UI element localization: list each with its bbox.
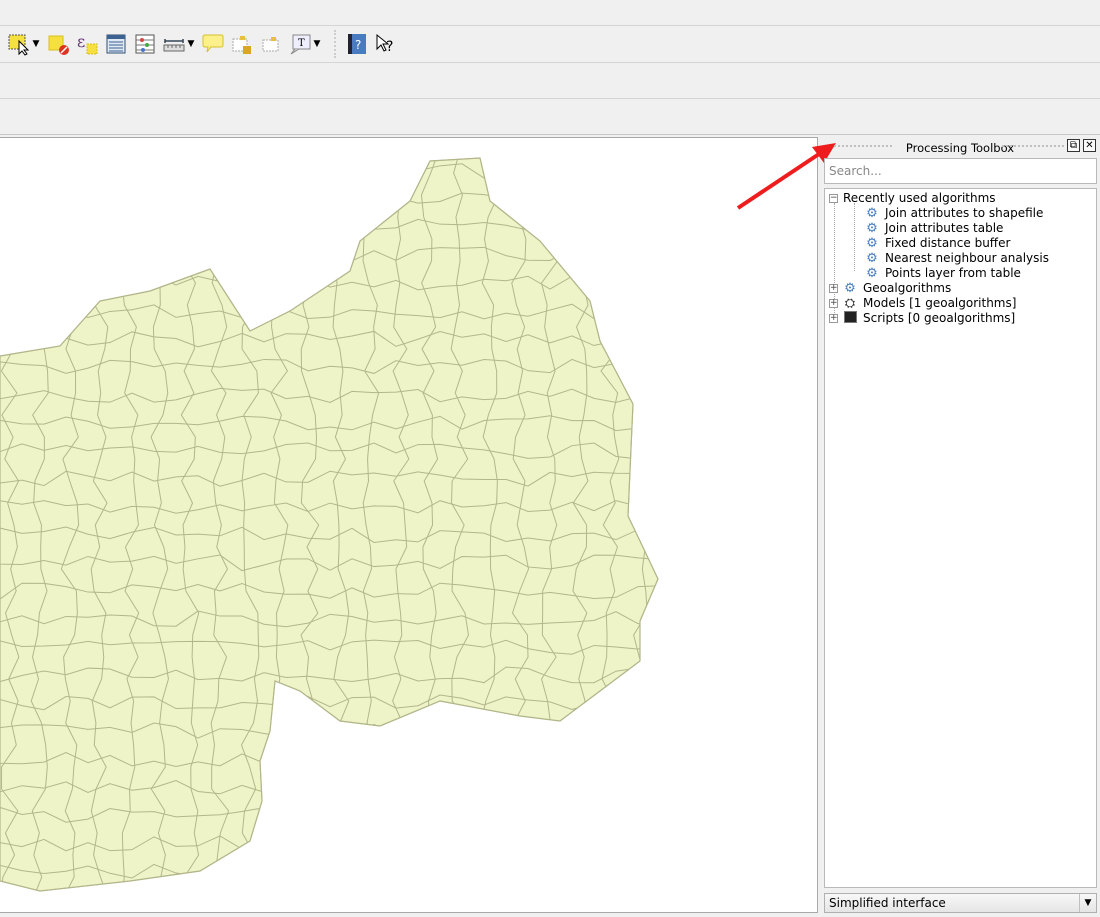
gear-icon: ⚙ (844, 281, 856, 296)
toolbar-row-2 (0, 63, 1100, 99)
float-panel-icon[interactable]: ⧉ (1067, 139, 1080, 152)
districts-polygon-layer (0, 157, 659, 892)
tree-item-algorithm[interactable]: ⚙ Nearest neighbour analysis (865, 251, 1049, 266)
tree-item-label: Nearest neighbour analysis (885, 251, 1049, 265)
tree-item-recent[interactable]: − Recently used algorithms (829, 191, 996, 206)
gear-icon: ⚙ (866, 206, 878, 221)
district-boundary (0, 218, 658, 235)
deselect-features-icon[interactable] (45, 31, 71, 57)
gear-icon: ⚙ (866, 221, 878, 236)
new-bookmark-icon[interactable] (229, 31, 255, 57)
district-boundary (661, 151, 678, 899)
models-icon: ⛭ (844, 296, 856, 311)
chevron-down-icon[interactable]: ▼ (186, 31, 196, 57)
algorithm-tree[interactable]: − Recently used algorithms ⚙ Join attribu… (824, 188, 1097, 888)
interface-mode-select[interactable]: Simplified interface ▼ (824, 893, 1097, 913)
toolbar: ▼ ε ▼ T ▼ ? ? (0, 26, 1100, 63)
tree-item-models[interactable]: + ⛭ Models [1 geoalgorithms] (829, 296, 1016, 311)
tree-item-label: Scripts [0 geoalgorithms] (863, 311, 1016, 325)
processing-toolbox-panel: Processing Toolbox ⧉ ✕ − Recently used a… (820, 137, 1100, 916)
scripts-icon (843, 310, 857, 327)
gear-icon: ⚙ (866, 266, 878, 281)
title-area (0, 0, 1100, 26)
chevron-down-icon[interactable]: ▼ (1079, 894, 1096, 912)
gear-icon: ⚙ (866, 236, 878, 251)
collapse-icon[interactable]: − (829, 194, 838, 203)
district-boundary (630, 158, 649, 891)
whats-this-icon[interactable]: ? (373, 31, 399, 57)
chevron-down-icon[interactable]: ▼ (312, 31, 322, 57)
tree-item-geoalgorithms[interactable]: + ⚙ Geoalgorithms (829, 281, 951, 296)
tree-item-label: Recently used algorithms (843, 191, 996, 205)
map-canvas[interactable] (0, 137, 818, 913)
tree-item-label: Geoalgorithms (863, 281, 952, 295)
expand-icon[interactable]: + (829, 284, 838, 293)
tree-item-algorithm[interactable]: ⚙ Points layer from table (865, 266, 1021, 281)
tree-item-label: Models [1 geoalgorithms] (863, 296, 1017, 310)
show-bookmarks-icon[interactable] (258, 31, 284, 57)
district-boundary (0, 890, 658, 891)
panel-grip[interactable] (1002, 145, 1064, 149)
gear-icon: ⚙ (866, 251, 878, 266)
select-by-expression-icon[interactable]: ε (74, 31, 100, 57)
field-calculator-icon[interactable] (132, 31, 158, 57)
chevron-down-icon[interactable]: ▼ (31, 31, 41, 57)
svg-text:?: ? (355, 38, 361, 52)
text-annotation-icon[interactable]: T (287, 31, 313, 57)
tree-item-label: Points layer from table (885, 266, 1021, 280)
svg-text:ε: ε (77, 32, 85, 51)
tree-item-label: Join attributes table (885, 221, 1004, 235)
tree-item-algorithm[interactable]: ⚙ Join attributes table (865, 221, 1003, 236)
map-tips-icon[interactable] (200, 31, 226, 57)
toolbar-separator (334, 30, 336, 58)
tree-item-algorithm[interactable]: ⚙ Join attributes to shapefile (865, 206, 1043, 221)
expand-icon[interactable]: + (829, 314, 838, 323)
search-input[interactable] (824, 158, 1097, 184)
tree-item-algorithm[interactable]: ⚙ Fixed distance buffer (865, 236, 1010, 251)
help-contents-icon[interactable]: ? (344, 31, 370, 57)
toolbar-row-3 (0, 99, 1100, 135)
district-boundary (0, 191, 658, 208)
svg-text:?: ? (386, 39, 393, 55)
close-icon[interactable]: ✕ (1083, 139, 1096, 152)
attribute-table-icon[interactable] (103, 31, 129, 57)
map-layer (0, 151, 678, 899)
svg-text:T: T (298, 38, 305, 49)
tree-item-label: Fixed distance buffer (885, 236, 1011, 250)
expand-icon[interactable]: + (829, 299, 838, 308)
measure-line-icon[interactable] (161, 31, 187, 57)
tree-item-scripts[interactable]: + Scripts [0 geoalgorithms] (829, 310, 1016, 327)
district-boundary (0, 163, 658, 180)
select-features-icon[interactable] (6, 31, 32, 57)
select-value: Simplified interface (829, 896, 946, 910)
district-boundary (0, 246, 658, 264)
tree-item-label: Join attributes to shapefile (885, 206, 1044, 220)
